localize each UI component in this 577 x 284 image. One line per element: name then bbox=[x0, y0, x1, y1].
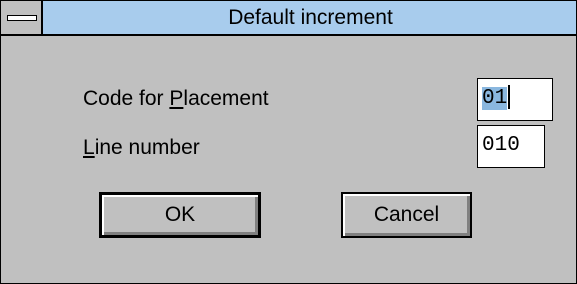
line-number-label: Line number bbox=[83, 136, 200, 160]
placement-code-label: Code for Placement bbox=[83, 87, 269, 111]
dialog-window: Default increment Code for Placement 01 … bbox=[0, 0, 577, 284]
line-number-field[interactable]: 010 bbox=[477, 125, 545, 168]
placement-label-rest: lacement bbox=[183, 87, 269, 110]
line-number-label-rest: ine number bbox=[94, 136, 200, 159]
system-menu-button[interactable] bbox=[1, 1, 43, 34]
ok-button[interactable]: OK bbox=[99, 192, 261, 238]
text-caret bbox=[508, 85, 511, 110]
placement-label-prefix: Code for bbox=[83, 87, 170, 110]
placement-code-field[interactable]: 01 bbox=[477, 78, 553, 121]
dialog-title: Default increment bbox=[228, 6, 393, 29]
line-number-value: 010 bbox=[482, 134, 520, 157]
placement-code-value: 01 bbox=[482, 87, 508, 110]
cancel-button[interactable]: Cancel bbox=[341, 192, 472, 238]
title-bar: Default increment bbox=[1, 1, 576, 36]
line-number-label-mnemonic: L bbox=[83, 136, 95, 159]
placement-label-mnemonic: P bbox=[169, 87, 184, 110]
system-menu-icon bbox=[7, 15, 37, 21]
